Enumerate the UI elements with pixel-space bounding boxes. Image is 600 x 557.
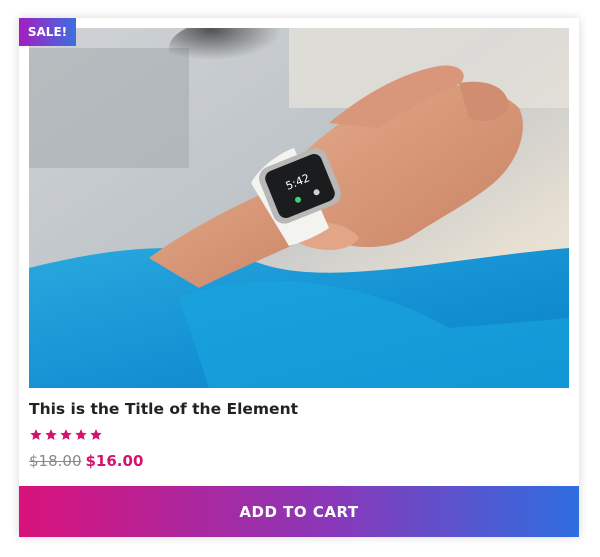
star-icon xyxy=(60,429,72,440)
product-image[interactable]: 5:42 xyxy=(29,28,569,388)
star-icon xyxy=(30,429,42,440)
star-rating xyxy=(29,428,103,444)
star-icon xyxy=(90,429,102,440)
sale-badge: SALE! xyxy=(19,18,76,46)
add-to-cart-button[interactable]: ADD TO CART xyxy=(19,486,579,537)
old-price: $18.00 xyxy=(29,452,82,470)
smartwatch-photo: 5:42 xyxy=(29,28,569,388)
star-icon xyxy=(75,429,87,440)
price: $18.00 $16.00 xyxy=(29,452,143,470)
product-card: 5:42 SALE! This is the Title of the Elem… xyxy=(19,18,579,537)
star-icon xyxy=(45,429,57,440)
sale-price: $16.00 xyxy=(85,452,144,470)
product-title[interactable]: This is the Title of the Element xyxy=(29,400,298,418)
